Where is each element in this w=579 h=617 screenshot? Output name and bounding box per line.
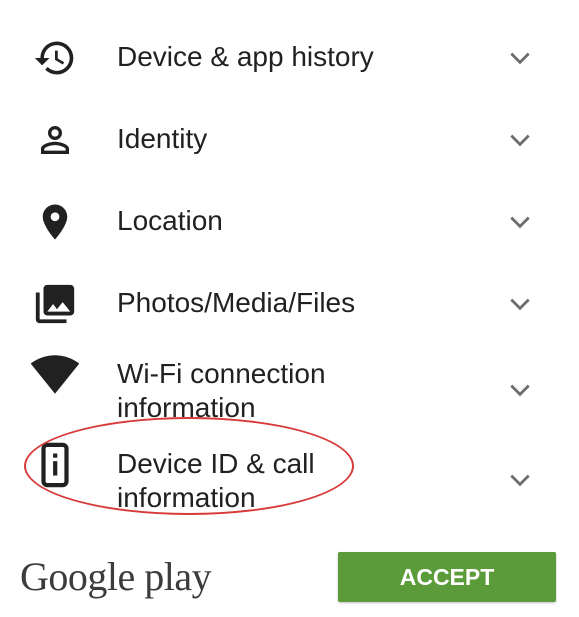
history-icon xyxy=(30,33,80,83)
permission-row-location[interactable]: Location xyxy=(0,197,579,247)
permission-label: Device ID & call information xyxy=(117,448,315,513)
person-icon xyxy=(30,115,80,165)
chevron-down-icon[interactable] xyxy=(507,45,533,71)
permission-label: Location xyxy=(117,205,223,236)
location-pin-icon xyxy=(30,197,80,247)
chevron-down-icon[interactable] xyxy=(507,209,533,235)
permission-row-photos-media-files[interactable]: Photos/Media/Files xyxy=(0,279,579,329)
permission-label: Photos/Media/Files xyxy=(117,287,356,318)
chevron-down-icon[interactable] xyxy=(507,377,533,403)
chevron-down-icon[interactable] xyxy=(507,291,533,317)
permission-label: Identity xyxy=(117,123,208,154)
permission-row-device-app-history[interactable]: Device & app history xyxy=(0,33,579,83)
device-info-icon xyxy=(30,440,80,490)
accept-button[interactable]: ACCEPT xyxy=(338,552,556,602)
permission-row-wifi-connection[interactable]: Wi-Fi connection information xyxy=(0,355,579,430)
footer-bar: Google play ACCEPT xyxy=(0,540,579,617)
permission-row-identity[interactable]: Identity xyxy=(0,115,579,165)
chevron-down-icon[interactable] xyxy=(507,467,533,493)
permission-row-device-id-call[interactable]: Device ID & call information xyxy=(0,442,579,519)
permission-label: Wi-Fi connection information xyxy=(117,358,326,423)
google-play-logo: Google play xyxy=(20,554,212,599)
photo-library-icon xyxy=(30,279,80,329)
chevron-down-icon[interactable] xyxy=(507,127,533,153)
wifi-icon xyxy=(30,349,80,399)
permission-label: Device & app history xyxy=(117,41,374,72)
